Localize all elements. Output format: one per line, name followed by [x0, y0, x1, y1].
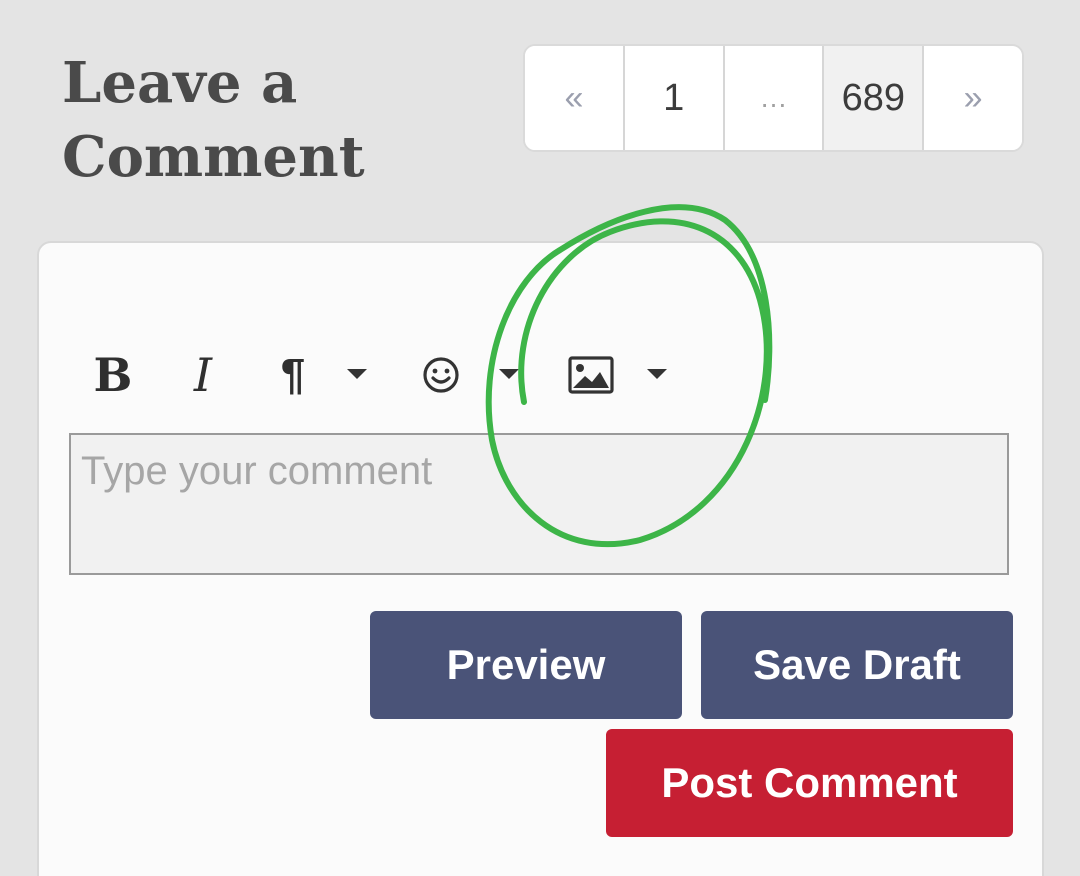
pagination: « 1 … 689 »: [523, 44, 1024, 152]
chevron-down-icon: [499, 369, 519, 379]
paragraph-icon: ¶: [280, 350, 306, 399]
page-title: Leave a Comment: [62, 50, 365, 190]
pagination-prev-button[interactable]: «: [525, 46, 625, 150]
paragraph-button[interactable]: ¶: [271, 347, 315, 403]
image-button[interactable]: [566, 353, 616, 397]
pagination-ellipsis: …: [724, 46, 825, 150]
bold-icon: B: [93, 348, 133, 402]
page: Leave a Comment « 1 … 689 » B I ¶ Type y…: [0, 0, 1080, 876]
save-draft-button[interactable]: Save Draft: [701, 611, 1013, 719]
emoji-button[interactable]: [419, 353, 463, 397]
post-comment-button[interactable]: Post Comment: [606, 729, 1013, 837]
pagination-page-first[interactable]: 1: [624, 46, 725, 150]
emoji-icon: [423, 357, 459, 393]
italic-button[interactable]: I: [183, 347, 223, 403]
italic-icon: I: [193, 348, 213, 402]
image-dropdown-button[interactable]: [642, 359, 672, 389]
comment-form: B I ¶ Type your comment Preview Save Dra…: [37, 241, 1044, 876]
chevron-down-icon: [647, 369, 667, 379]
image-icon: [568, 356, 614, 394]
comment-input[interactable]: [69, 433, 1009, 575]
pagination-next-button[interactable]: »: [924, 46, 1022, 150]
chevron-down-icon: [347, 369, 367, 379]
emoji-dropdown-button[interactable]: [494, 359, 524, 389]
paragraph-dropdown-button[interactable]: [342, 359, 372, 389]
pagination-page-last[interactable]: 689: [824, 46, 925, 150]
preview-button[interactable]: Preview: [370, 611, 682, 719]
bold-button[interactable]: B: [91, 347, 135, 403]
